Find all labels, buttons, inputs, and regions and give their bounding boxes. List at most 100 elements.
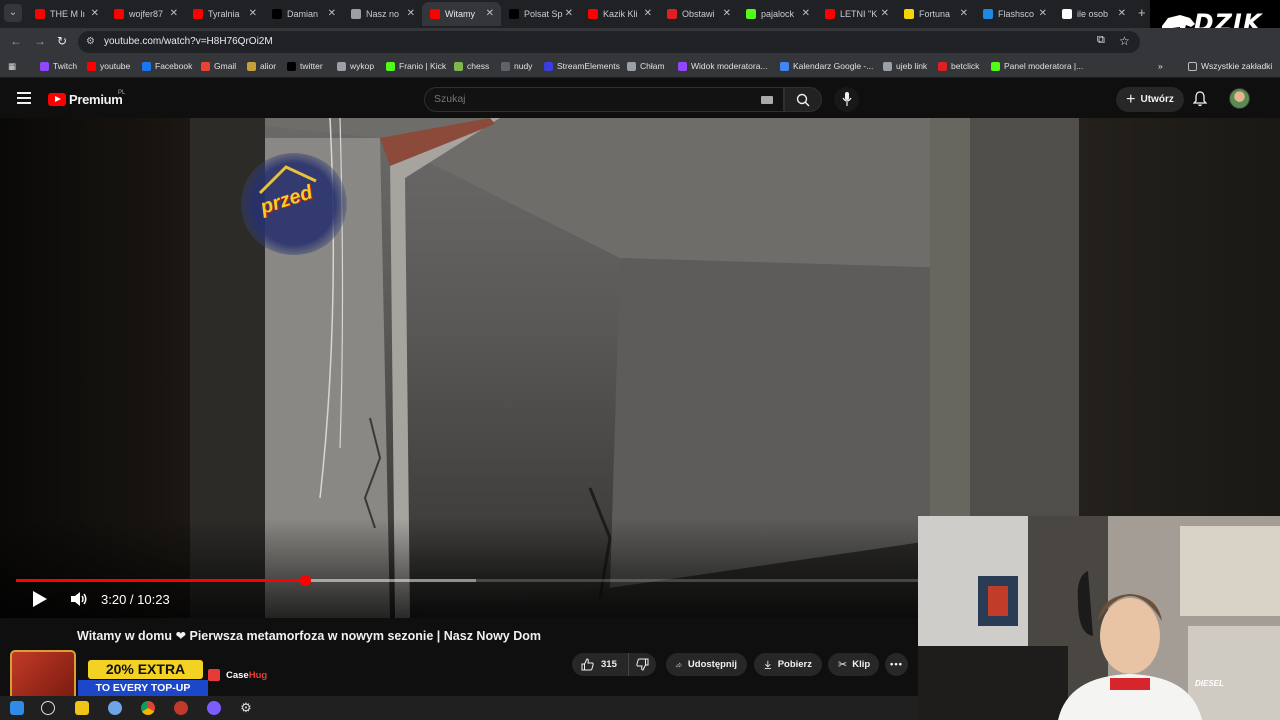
install-app-icon[interactable]: ⧉ (1097, 34, 1105, 47)
tab-title: Polsat Sp (524, 9, 563, 19)
download-button[interactable]: Pobierz (754, 653, 822, 676)
tab-close-icon[interactable]: ✕ (486, 8, 494, 19)
app-icon[interactable] (108, 701, 122, 715)
create-button[interactable]: + Utwórz (1116, 87, 1184, 112)
search-button[interactable] (784, 87, 822, 112)
all-bookmarks-button[interactable]: Wszystkie zakładki (1188, 61, 1272, 71)
file-explorer-icon[interactable] (75, 701, 89, 715)
browser-tab[interactable]: THE M lı ✕ (27, 2, 106, 26)
bookmark-item[interactable]: Widok moderatora... (678, 61, 768, 71)
browser-tab[interactable]: Polsat Sp ✕ (501, 2, 580, 26)
windows-start-icon[interactable] (10, 701, 24, 715)
tab-close-icon[interactable]: ✕ (881, 8, 889, 19)
tab-close-icon[interactable]: ✕ (407, 8, 415, 19)
apps-grid-icon[interactable]: ▦ (8, 61, 16, 72)
tab-close-icon[interactable]: ✕ (565, 8, 573, 19)
browser-tab[interactable]: ile osob ✕ (1054, 2, 1133, 26)
url-text[interactable]: youtube.com/watch?v=H8H76QrOi2M (104, 36, 273, 47)
browser-tab[interactable]: Damian ✕ (264, 2, 343, 26)
share-button[interactable]: Udostępnij (666, 653, 747, 676)
share-label: Udostępnij (687, 659, 737, 670)
youtube-header: Premium PL + Utwórz (0, 80, 1280, 118)
browser-tab[interactable]: Kazik Kli ✕ (580, 2, 659, 26)
bookmark-label: ujeb link (896, 61, 928, 71)
omnibox[interactable]: ⚙ youtube.com/watch?v=H8H76QrOi2M (78, 31, 1140, 53)
bookmark-favicon-icon (40, 61, 49, 71)
progress-scrubber-handle[interactable] (300, 575, 311, 586)
bookmark-item[interactable]: Panel moderatora |... (991, 61, 1083, 71)
tab-close-icon[interactable]: ✕ (802, 8, 810, 19)
search-icon[interactable] (41, 701, 55, 715)
tab-close-icon[interactable]: ✕ (723, 8, 731, 19)
bookmark-item[interactable]: Franio | Kick (386, 61, 446, 71)
menu-hamburger-icon[interactable] (17, 92, 31, 104)
bookmark-item[interactable]: alior (247, 61, 276, 71)
account-avatar[interactable] (1229, 88, 1250, 109)
bookmark-item[interactable]: Chłam (627, 61, 665, 71)
ad-brand-part1: Case (226, 669, 249, 681)
browser-tab[interactable]: Obstawi ✕ (659, 2, 738, 26)
reload-button[interactable]: ↻ (57, 34, 67, 48)
notifications-bell-icon[interactable] (1193, 91, 1207, 107)
app-icon[interactable] (207, 701, 221, 715)
browser-tab[interactable]: pajalock ✕ (738, 2, 817, 26)
bookmark-item[interactable]: wykop (337, 61, 374, 71)
bookmark-item[interactable]: nudy (501, 61, 532, 71)
settings-gear-icon[interactable]: ⚙ (239, 701, 253, 715)
browser-tab[interactable]: Fortuna ✕ (896, 2, 975, 26)
browser-tab[interactable]: Tyralnia ✕ (185, 2, 264, 26)
dislike-button[interactable] (629, 658, 656, 671)
back-button[interactable]: ← (10, 34, 22, 48)
bookmark-favicon-icon (201, 61, 210, 71)
bookmark-favicon-icon (87, 61, 96, 71)
browser-tab[interactable]: wojfer87 ✕ (106, 2, 185, 26)
bookmark-item[interactable]: youtube (87, 61, 130, 71)
volume-icon[interactable] (70, 591, 88, 607)
forward-button[interactable]: → (34, 34, 46, 48)
bookmark-item[interactable]: twitter (287, 61, 323, 71)
bookmark-item[interactable]: betclick (938, 61, 979, 71)
bookmark-star-icon[interactable]: ☆ (1119, 34, 1130, 48)
bookmark-label: Twitch (53, 61, 78, 71)
browser-tab[interactable]: Nasz no ✕ (343, 2, 422, 26)
tab-title: Obstawi (682, 9, 715, 19)
clip-button[interactable]: ✂ Klip (828, 653, 879, 676)
chrome-icon[interactable] (141, 701, 155, 715)
bookmark-item[interactable]: Facebook (142, 61, 192, 71)
tab-close-icon[interactable]: ✕ (328, 8, 336, 19)
more-actions-button[interactable]: ••• (885, 653, 908, 676)
tab-close-icon[interactable]: ✕ (644, 8, 652, 19)
like-button[interactable]: 315 (572, 653, 629, 676)
youtube-favicon-icon (193, 9, 203, 19)
bookmark-item[interactable]: Twitch (40, 61, 77, 71)
new-tab-button[interactable]: + (1138, 5, 1146, 20)
browser-tab[interactable]: Witamy ✕ (422, 2, 501, 26)
obs-icon[interactable] (174, 701, 188, 715)
tab-search-button[interactable]: ⌄ (4, 4, 22, 22)
youtube-premium-logo[interactable]: Premium (48, 92, 123, 107)
browser-tab[interactable]: Flashsco ✕ (975, 2, 1054, 26)
tab-close-icon[interactable]: ✕ (170, 8, 178, 19)
bookmark-favicon-icon (991, 61, 1000, 71)
bookmark-item[interactable]: Kalendarz Google -... (780, 61, 873, 71)
more-bookmarks-chevron-icon[interactable]: » (1158, 61, 1163, 71)
tab-close-icon[interactable]: ✕ (249, 8, 257, 19)
tab-close-icon[interactable]: ✕ (1118, 8, 1126, 19)
bookmark-item[interactable]: chess (454, 61, 489, 71)
tab-close-icon[interactable]: ✕ (960, 8, 968, 19)
tab-close-icon[interactable]: ✕ (91, 8, 99, 19)
play-icon[interactable] (30, 590, 48, 608)
bookmark-item[interactable]: ujeb link (883, 61, 927, 71)
tab-close-icon[interactable]: ✕ (1039, 8, 1047, 19)
x-favicon-icon (272, 9, 282, 19)
site-info-icon[interactable]: ⚙ (86, 36, 95, 47)
progress-bar-played (16, 579, 305, 582)
thumbs-up-icon (581, 658, 594, 671)
search-input[interactable] (434, 93, 734, 105)
bookmark-item[interactable]: Gmail (201, 61, 236, 71)
bookmark-item[interactable]: StreamElements (544, 61, 620, 71)
keyboard-icon[interactable] (761, 96, 773, 104)
casehug-ad-overlay[interactable]: 20% EXTRA TO EVERY TOP-UP Case Hug (10, 650, 278, 702)
voice-search-button[interactable] (834, 87, 859, 112)
browser-tab[interactable]: LETNI "K ✕ (817, 2, 896, 26)
